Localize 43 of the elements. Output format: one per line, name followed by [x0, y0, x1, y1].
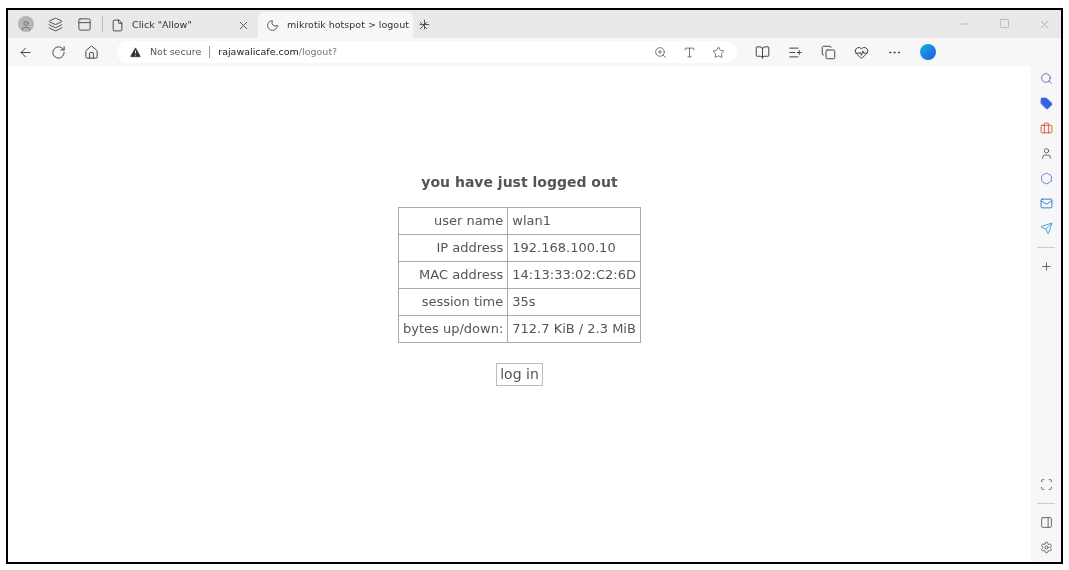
page-heading: you have just logged out [421, 173, 618, 192]
read-aloud-icon[interactable] [683, 45, 696, 59]
workspaces-icon[interactable] [48, 16, 63, 32]
warning-icon [129, 45, 142, 59]
search-icon[interactable] [1039, 72, 1053, 85]
field-label: IP address [398, 234, 508, 262]
refresh-icon[interactable] [51, 44, 66, 60]
field-label: user name [398, 207, 508, 235]
field-value: 14:13:33:02:C2:6D [507, 261, 641, 289]
settings-icon[interactable] [1039, 541, 1053, 554]
back-icon[interactable] [18, 44, 33, 60]
favorites-icon[interactable] [788, 44, 803, 60]
security-label: Not secure [150, 44, 202, 59]
field-label: session time [398, 288, 508, 316]
split-screen-icon[interactable] [755, 44, 770, 60]
field-label: bytes up/down: [398, 315, 508, 343]
home-icon[interactable] [84, 44, 99, 60]
field-value: 712.7 KiB / 2.3 MiB [507, 315, 641, 343]
health-icon[interactable] [854, 44, 869, 60]
collections-icon[interactable] [821, 44, 836, 60]
hexagon-icon[interactable] [1039, 172, 1053, 185]
field-value: 35s [507, 288, 641, 316]
copilot-icon[interactable] [920, 44, 936, 60]
sidebar-icon[interactable] [1039, 516, 1053, 529]
tag-icon[interactable] [1039, 97, 1053, 110]
field-value: wlan1 [507, 207, 641, 235]
add-icon[interactable] [1039, 260, 1053, 273]
zoom-icon[interactable] [654, 45, 667, 59]
address-bar[interactable]: Not secure rajawalicafe.com/logout? [117, 41, 737, 63]
site-icon [266, 18, 279, 32]
profile-avatar[interactable] [18, 16, 34, 32]
browser-tab[interactable]: Click "Allow" [103, 12, 258, 38]
mail-icon[interactable] [1039, 197, 1053, 210]
field-value: 192.168.100.10 [507, 234, 641, 262]
url-text: rajawalicafe.com/logout? [218, 44, 338, 59]
send-icon[interactable] [1039, 222, 1053, 235]
tab-actions-icon[interactable] [77, 16, 92, 32]
page-icon [111, 18, 124, 32]
screenshot-icon[interactable] [1039, 478, 1053, 491]
briefcase-icon[interactable] [1039, 122, 1053, 135]
login-button[interactable]: log in [496, 363, 543, 386]
favorite-icon[interactable] [712, 45, 725, 59]
field-label: MAC address [398, 261, 508, 289]
